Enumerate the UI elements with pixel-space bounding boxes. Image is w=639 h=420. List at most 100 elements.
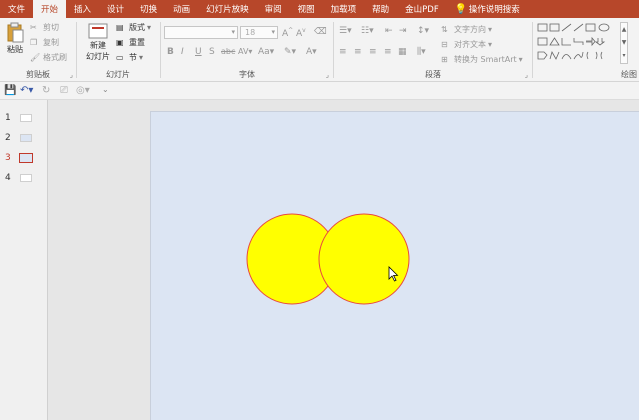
- distribute-icon[interactable]: ▦: [398, 47, 407, 57]
- slide-preview: [20, 174, 32, 182]
- group-divider: [532, 22, 533, 78]
- text-direction-icon: ⇅: [441, 24, 448, 34]
- slide-thumbnail-active[interactable]: 3: [0, 152, 48, 166]
- font-color-icon[interactable]: A▾: [306, 47, 317, 57]
- tab-insert[interactable]: 插入: [66, 0, 99, 18]
- smartart-button[interactable]: ⊞ 转换为 SmartArt ▾: [441, 54, 523, 65]
- save-icon[interactable]: 💾: [4, 85, 16, 96]
- increase-indent-icon[interactable]: ⇥: [399, 26, 407, 36]
- section-label: 节: [129, 53, 137, 62]
- tab-review[interactable]: 审阅: [257, 0, 290, 18]
- slides-group-label: 幻灯片: [106, 70, 130, 79]
- decrease-font-icon[interactable]: Av: [296, 27, 306, 39]
- ribbon: 粘贴 ✂ 剪切 ❐ 复制 🖌 格式刷 剪贴板 ⌟ 新建 幻灯片 ▤ 版式 ▾ ▣ 重置: [0, 18, 639, 82]
- reset-button[interactable]: ▣ 重置: [116, 37, 145, 48]
- decrease-indent-icon[interactable]: ⇤: [385, 26, 393, 36]
- smartart-icon: ⊞: [441, 54, 448, 64]
- text-direction-button[interactable]: ⇅ 文字方向 ▾: [441, 24, 492, 35]
- font-name-dropdown[interactable]: ▾: [164, 26, 238, 39]
- drawing-group: ▲ ▼ ▾ 绘图: [534, 18, 639, 82]
- char-spacing-icon[interactable]: AV▾: [238, 47, 252, 56]
- bullets-icon[interactable]: ☰▾: [339, 26, 352, 36]
- tab-addins[interactable]: 加载项: [323, 0, 365, 18]
- italic-icon[interactable]: I: [181, 47, 184, 57]
- tell-me-search[interactable]: 💡 操作说明搜索: [447, 0, 528, 18]
- paragraph-group-label: 段落: [425, 70, 441, 79]
- redo-icon[interactable]: ↻: [42, 85, 50, 96]
- touch-mode-icon[interactable]: ◎▾: [76, 85, 90, 96]
- chevron-down-icon: ▾: [518, 55, 523, 64]
- tab-animations[interactable]: 动画: [165, 0, 198, 18]
- align-text-label: 对齐文本: [454, 40, 486, 49]
- scissors-icon: ✂: [30, 22, 37, 32]
- group-divider: [333, 22, 334, 78]
- ribbon-tab-bar: 文件 开始 插入 设计 切换 动画 幻灯片放映 审阅 视图 加载项 帮助 金山P…: [0, 0, 639, 18]
- cut-button[interactable]: ✂ 剪切: [30, 22, 59, 33]
- format-painter-label: 格式刷: [43, 53, 67, 62]
- shadow-icon[interactable]: S: [209, 47, 215, 57]
- underline-icon[interactable]: U: [195, 47, 202, 57]
- tab-view[interactable]: 视图: [290, 0, 323, 18]
- customize-qat-icon[interactable]: ⌄: [102, 85, 109, 94]
- tab-transitions[interactable]: 切换: [132, 0, 165, 18]
- copy-button[interactable]: ❐ 复制: [30, 37, 59, 48]
- new-slide-label-2: 幻灯片: [86, 52, 110, 61]
- paragraph-group: ☰▾ ☷▾ ⇤ ⇥ ↕▾ ≡ ≡ ≡ ≡ ▦ ⫼▾ ⇅ 文字方向 ▾ ⊟ 对齐文本 ▾ …: [335, 18, 531, 82]
- group-divider: [160, 22, 161, 78]
- shapes-gallery-scroll[interactable]: ▲ ▼ ▾: [620, 22, 628, 64]
- lightbulb-icon: 💡: [454, 3, 468, 15]
- layout-label: 版式: [129, 23, 145, 32]
- dialog-launcher-icon[interactable]: ⌟: [525, 71, 528, 79]
- chevron-down-icon: ▾: [231, 28, 235, 36]
- slide-thumbnail[interactable]: 4: [0, 172, 48, 186]
- new-slide-button[interactable]: 新建 幻灯片: [82, 22, 114, 62]
- reset-label: 重置: [129, 38, 145, 47]
- presentation-icon[interactable]: ⎚: [60, 85, 68, 96]
- strikethrough-icon[interactable]: abc: [221, 47, 235, 56]
- undo-icon[interactable]: ↶▾: [20, 85, 33, 96]
- section-button[interactable]: ▭ 节 ▾: [116, 52, 143, 63]
- layout-button[interactable]: ▤ 版式 ▾: [116, 22, 151, 33]
- tab-kingsoft-pdf[interactable]: 金山PDF: [397, 0, 447, 18]
- line-spacing-icon[interactable]: ↕▾: [417, 26, 429, 36]
- numbering-icon[interactable]: ☷▾: [361, 26, 374, 36]
- group-divider: [76, 22, 77, 78]
- format-painter-button[interactable]: 🖌 格式刷: [30, 52, 67, 63]
- slide-canvas[interactable]: [150, 111, 639, 420]
- change-case-icon[interactable]: Aa▾: [258, 47, 274, 57]
- slide-number: 4: [5, 173, 11, 183]
- highlight-icon[interactable]: ✎▾: [284, 47, 296, 57]
- align-center-icon[interactable]: ≡: [354, 47, 362, 57]
- shapes-gallery[interactable]: [536, 22, 620, 70]
- layout-icon: ▤: [116, 22, 124, 32]
- align-right-icon[interactable]: ≡: [369, 47, 377, 57]
- align-left-icon[interactable]: ≡: [339, 47, 347, 57]
- tab-help[interactable]: 帮助: [364, 0, 397, 18]
- columns-icon[interactable]: ⫼▾: [417, 47, 426, 57]
- dialog-launcher-icon[interactable]: ⌟: [70, 71, 73, 79]
- chevron-up-icon: ▲: [621, 26, 627, 33]
- chevron-down-icon: ▼: [621, 39, 627, 46]
- paste-button[interactable]: 粘贴: [4, 22, 26, 55]
- increase-font-icon[interactable]: A^: [282, 27, 293, 39]
- slide-preview: [19, 153, 33, 163]
- bold-icon[interactable]: B: [167, 47, 174, 57]
- tab-home[interactable]: 开始: [33, 0, 67, 18]
- slide-thumbnail[interactable]: 2: [0, 132, 48, 146]
- chevron-down-icon: ▾: [271, 28, 275, 36]
- slide-thumbnail[interactable]: 1: [0, 112, 48, 126]
- dialog-launcher-icon[interactable]: ⌟: [326, 71, 329, 79]
- clear-format-icon[interactable]: ⌫: [314, 27, 327, 37]
- text-direction-label: 文字方向: [454, 25, 486, 34]
- tab-design[interactable]: 设计: [99, 0, 132, 18]
- justify-icon[interactable]: ≡: [384, 47, 392, 57]
- copy-icon: ❐: [30, 37, 38, 47]
- paste-icon: [7, 22, 24, 43]
- clipboard-group: 粘贴 ✂ 剪切 ❐ 复制 🖌 格式刷 剪贴板 ⌟: [0, 18, 76, 82]
- tab-file[interactable]: 文件: [0, 0, 33, 18]
- paste-label: 粘贴: [7, 45, 23, 54]
- font-size-dropdown[interactable]: 18 ▾: [240, 26, 278, 39]
- tab-slideshow[interactable]: 幻灯片放映: [198, 0, 257, 18]
- align-text-button[interactable]: ⊟ 对齐文本 ▾: [441, 39, 492, 50]
- slide-number: 3: [5, 153, 11, 163]
